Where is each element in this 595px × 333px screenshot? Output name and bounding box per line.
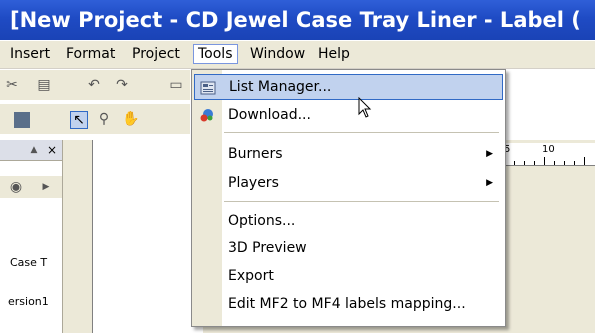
panel-header: ▲ × [0, 140, 62, 161]
menu-insert[interactable]: Insert [6, 45, 54, 63]
menu-item-options[interactable]: Options... [194, 208, 501, 234]
menu-item-3d-preview[interactable]: 3D Preview [194, 235, 501, 261]
tree-item[interactable]: ersion1 [8, 295, 49, 308]
download-icon [200, 109, 213, 122]
menu-item-edit-mapping[interactable]: Edit MF2 to MF4 labels mapping... [194, 291, 501, 317]
window-title: [New Project - CD Jewel Case Tray Liner … [0, 0, 595, 40]
cut-icon[interactable]: ✂ [4, 77, 20, 93]
submenu-arrow-icon: ▶ [486, 178, 493, 188]
print-icon[interactable]: ▭ [168, 77, 184, 93]
submenu-arrow-icon: ▶ [486, 149, 493, 159]
menu-separator [224, 201, 499, 202]
menu-item-label: Edit MF2 to MF4 labels mapping... [228, 296, 466, 312]
ruler-tick [524, 161, 525, 165]
ruler-tick [514, 161, 515, 165]
menu-item-label: Export [228, 268, 274, 284]
redo-icon[interactable]: ↷ [114, 77, 130, 93]
menu-format[interactable]: Format [62, 45, 119, 63]
menu-item-export[interactable]: Export [194, 263, 501, 289]
chevron-right-icon[interactable]: ▶ [38, 179, 54, 195]
standard-toolbar: ✂ ▤ ↶ ↷ ▭ [0, 70, 190, 100]
tools-toolbar: ↖ ⚲ ✋ [0, 104, 190, 134]
menu-project[interactable]: Project [128, 45, 184, 63]
project-icon[interactable]: ◉ [8, 179, 24, 195]
menu-item-label: Players [228, 175, 279, 191]
menu-window[interactable]: Window [246, 45, 309, 63]
ruler-label: 10 [542, 144, 555, 155]
panel-toolbar: ◉ ▶ [0, 176, 62, 198]
pointer-icon[interactable]: ↖ [70, 111, 88, 129]
tree-item[interactable]: Case T [10, 256, 47, 269]
menu-item-burners[interactable]: Burners ▶ [194, 141, 501, 167]
paste-icon[interactable]: ▤ [36, 77, 52, 93]
undo-icon[interactable]: ↶ [86, 77, 102, 93]
menu-item-list-manager[interactable]: List Manager... [194, 74, 503, 100]
menu-item-label: 3D Preview [228, 240, 307, 256]
menu-item-label: Options... [228, 213, 296, 229]
menu-item-label: Burners [228, 146, 283, 162]
mouse-cursor-icon [358, 97, 372, 118]
tools-menu: List Manager... Download... Burners ▶ Pl… [191, 69, 506, 327]
zoom-icon[interactable]: ⚲ [96, 111, 112, 127]
menu-separator [224, 132, 499, 133]
menu-bar: Insert Format Project Tools Window Help [0, 41, 595, 69]
ruler-tick [564, 161, 565, 165]
hand-icon[interactable]: ✋ [122, 111, 139, 127]
menu-item-label: List Manager... [229, 79, 332, 95]
ruler-tick [584, 157, 585, 165]
ruler-tick [554, 161, 555, 165]
ruler-tick [534, 161, 535, 165]
menu-tools[interactable]: Tools [193, 44, 238, 64]
ruler-tick [574, 161, 575, 165]
layout-icon[interactable] [14, 112, 30, 128]
list-manager-icon [200, 81, 216, 95]
label-canvas[interactable] [92, 140, 203, 333]
menu-help[interactable]: Help [314, 45, 354, 63]
project-panel: ▲ × ◉ ▶ Case T ersion1 [0, 140, 63, 333]
ruler-tick [544, 157, 545, 165]
menu-item-players[interactable]: Players ▶ [194, 170, 501, 196]
chevron-up-icon[interactable]: ▲ [26, 142, 42, 158]
close-icon[interactable]: × [44, 142, 60, 158]
menu-item-download[interactable]: Download... [194, 102, 501, 128]
menu-item-label: Download... [228, 107, 311, 123]
